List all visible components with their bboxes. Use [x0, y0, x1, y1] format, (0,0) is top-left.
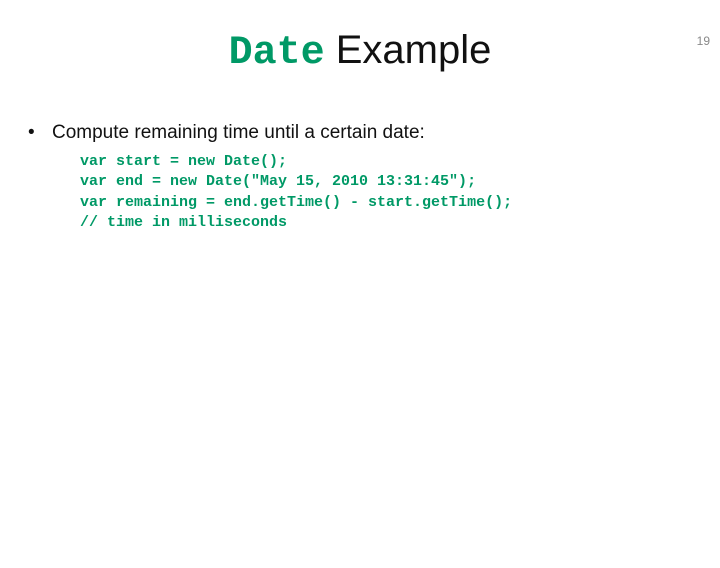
bullet-text: Compute remaining time until a certain d… [52, 122, 425, 144]
code-block: var start = new Date(); var end = new Da… [80, 152, 692, 233]
bullet-marker: • [28, 122, 52, 144]
code-line-1: var start = new Date(); [80, 153, 287, 170]
page-number: 19 [697, 34, 710, 48]
code-line-4: // time in milliseconds [80, 214, 287, 231]
code-line-3: var remaining = end.getTime() - start.ge… [80, 194, 512, 211]
code-line-2: var end = new Date("May 15, 2010 13:31:4… [80, 173, 476, 190]
bullet-item: • Compute remaining time until a certain… [28, 122, 692, 144]
content-area: • Compute remaining time until a certain… [0, 122, 720, 233]
title-rest: Example [325, 28, 492, 72]
title-code-word: Date [229, 31, 325, 76]
slide-title: Date Example [0, 28, 720, 76]
